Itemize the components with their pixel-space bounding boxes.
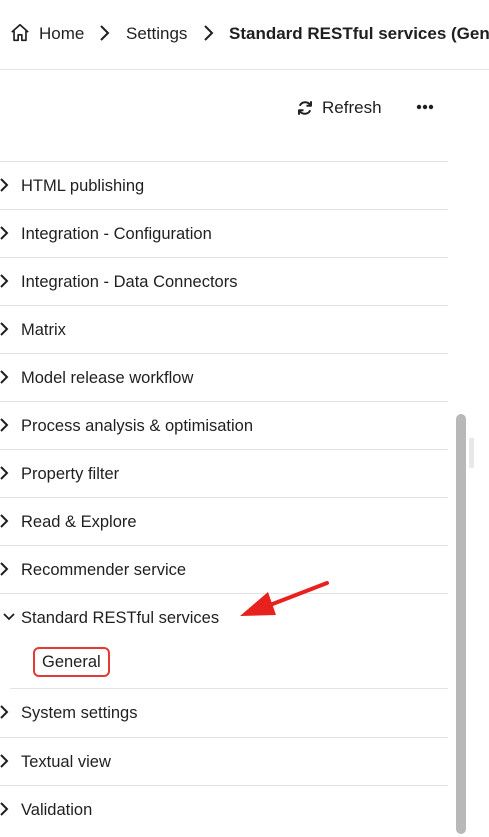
- scrollbar-thumb[interactable]: [456, 414, 466, 834]
- chevron-right-icon: [0, 322, 9, 336]
- list-item-property-filter[interactable]: Property filter: [0, 449, 448, 497]
- breadcrumb-current: Standard RESTful services (General): [229, 24, 489, 43]
- chevron-right-icon: [0, 418, 9, 432]
- list-item-label: Read & Explore: [21, 513, 137, 531]
- list-item-label: Property filter: [21, 465, 120, 483]
- sub-item-label: General: [42, 652, 101, 671]
- chevron-right-icon: [100, 25, 110, 41]
- list-item-system-settings[interactable]: System settings: [0, 689, 448, 737]
- toolbar: Refresh: [0, 90, 489, 126]
- refresh-button[interactable]: Refresh: [296, 90, 382, 126]
- settings-list: HTML publishing Integration - Configurat…: [0, 161, 448, 833]
- list-item-model-release-workflow[interactable]: Model release workflow: [0, 353, 448, 401]
- list-item-label: Process analysis & optimisation: [21, 417, 254, 435]
- chevron-right-icon: [0, 705, 9, 719]
- list-item-label: System settings: [21, 704, 138, 722]
- list-item-label: Recommender service: [21, 561, 187, 579]
- list-item-integration-data-connectors[interactable]: Integration - Data Connectors: [0, 257, 448, 305]
- list-item-label: Validation: [21, 801, 93, 819]
- chevron-down-icon: [3, 613, 15, 621]
- chevron-right-icon: [0, 226, 9, 240]
- list-item-label: Integration - Configuration: [21, 225, 212, 243]
- home-icon[interactable]: [9, 22, 31, 44]
- list-item-validation[interactable]: Validation: [0, 785, 448, 833]
- list-item-textual-view[interactable]: Textual view: [0, 737, 448, 785]
- chevron-right-icon: [0, 562, 9, 576]
- breadcrumb-settings[interactable]: Settings: [126, 24, 187, 44]
- list-item-process-analysis[interactable]: Process analysis & optimisation: [0, 401, 448, 449]
- list-item-label: Standard RESTful services: [21, 609, 220, 627]
- list-item-integration-configuration[interactable]: Integration - Configuration: [0, 209, 448, 257]
- list-item-read-explore[interactable]: Read & Explore: [0, 497, 448, 545]
- list-item-recommender-service[interactable]: Recommender service: [0, 545, 448, 593]
- resize-handle[interactable]: [469, 438, 474, 468]
- chevron-right-icon: [0, 370, 9, 384]
- chevron-right-icon: [0, 274, 9, 288]
- list-item-matrix[interactable]: Matrix: [0, 305, 448, 353]
- breadcrumb: Home Settings Standard RESTful services …: [0, 0, 489, 70]
- breadcrumb-home[interactable]: Home: [39, 24, 84, 44]
- list-item-standard-restful-services[interactable]: Standard RESTful services: [0, 593, 448, 641]
- chevron-right-icon: [0, 178, 9, 192]
- list-item-label: Integration - Data Connectors: [21, 273, 238, 291]
- list-item-label: Matrix: [21, 321, 66, 339]
- list-item-label: Model release workflow: [21, 369, 194, 387]
- refresh-icon: [298, 101, 312, 115]
- selected-highlight: General: [33, 647, 110, 677]
- sub-item-general[interactable]: General: [10, 641, 448, 689]
- chevron-right-icon: [0, 802, 9, 816]
- chevron-right-icon: [0, 466, 9, 480]
- list-item-html-publishing[interactable]: HTML publishing: [0, 161, 448, 209]
- list-item-label: Textual view: [21, 753, 111, 771]
- refresh-label: Refresh: [322, 98, 382, 117]
- chevron-right-icon: [0, 514, 9, 528]
- ellipsis-icon[interactable]: [414, 98, 436, 116]
- chevron-right-icon: [204, 25, 214, 41]
- list-item-label: HTML publishing: [21, 177, 145, 195]
- chevron-right-icon: [0, 754, 9, 768]
